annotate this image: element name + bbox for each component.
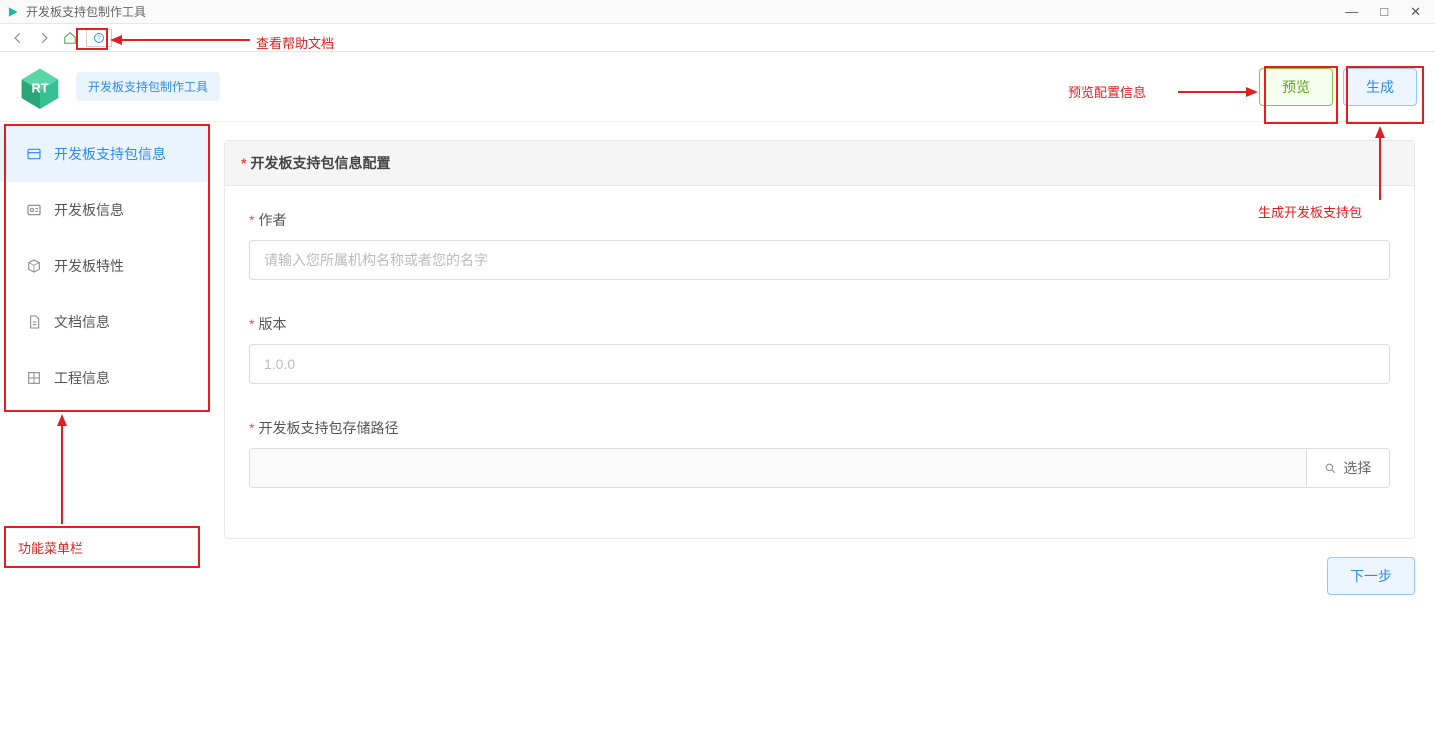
sidebar-item-doc-info[interactable]: 文档信息 — [0, 294, 210, 350]
sidebar-item-board-info[interactable]: 开发板信息 — [0, 182, 210, 238]
author-label: 作者 — [258, 212, 286, 228]
cube-icon — [26, 258, 42, 274]
sidebar: 开发板支持包信息 开发板信息 开发板特性 文档信息 工程信息 — [0, 122, 210, 754]
forward-button[interactable] — [34, 28, 54, 48]
sidebar-item-label: 工程信息 — [54, 368, 110, 388]
path-input[interactable] — [249, 448, 1307, 488]
help-button[interactable]: ? — [86, 29, 112, 47]
field-path: *开发板支持包存储路径 选择 — [249, 418, 1390, 488]
app-body: 开发板支持包信息 开发板信息 开发板特性 文档信息 工程信息 *开发板支持包信息… — [0, 122, 1435, 754]
config-panel: *开发板支持包信息配置 *作者 *版本 *开发板支持包存储路径 — [224, 140, 1415, 539]
version-input[interactable] — [249, 344, 1390, 384]
field-version: *版本 — [249, 314, 1390, 384]
path-label: 开发板支持包存储路径 — [258, 420, 398, 436]
author-input[interactable] — [249, 240, 1390, 280]
window-controls: — □ ✕ — [1345, 4, 1429, 20]
sidebar-item-project-info[interactable]: 工程信息 — [0, 350, 210, 406]
maximize-button[interactable]: □ — [1380, 4, 1388, 20]
title-bar: 开发板支持包制作工具 — □ ✕ — [0, 0, 1435, 24]
window-title: 开发板支持包制作工具 — [26, 3, 146, 20]
app-logo: RT — [18, 65, 62, 109]
search-icon — [1324, 462, 1337, 475]
generate-button[interactable]: 生成 — [1343, 68, 1417, 106]
sidebar-item-package-info[interactable]: 开发板支持包信息 — [0, 126, 210, 182]
back-button[interactable] — [8, 28, 28, 48]
sidebar-item-label: 开发板信息 — [54, 200, 124, 220]
sidebar-item-label: 开发板支持包信息 — [54, 144, 166, 164]
sidebar-item-label: 文档信息 — [54, 312, 110, 332]
id-icon — [26, 202, 42, 218]
panel-title: *开发板支持包信息配置 — [225, 141, 1414, 186]
preview-button[interactable]: 预览 — [1259, 68, 1333, 106]
header-buttons: 预览 生成 — [1259, 68, 1417, 106]
next-button[interactable]: 下一步 — [1327, 557, 1415, 595]
document-icon — [26, 314, 42, 330]
sidebar-item-board-feature[interactable]: 开发板特性 — [0, 238, 210, 294]
sidebar-item-label: 开发板特性 — [54, 256, 124, 276]
svg-text:?: ? — [97, 36, 101, 42]
minimize-button[interactable]: — — [1345, 4, 1358, 20]
toolbar: ? — [0, 24, 1435, 52]
card-icon — [26, 146, 42, 162]
version-label: 版本 — [258, 316, 286, 332]
app-icon — [6, 5, 20, 19]
app-header: RT 开发板支持包制作工具 预览 生成 — [0, 52, 1435, 122]
close-button[interactable]: ✕ — [1410, 4, 1421, 20]
app-title-badge: 开发板支持包制作工具 — [76, 72, 220, 101]
choose-path-button[interactable]: 选择 — [1307, 448, 1390, 488]
grid-icon — [26, 370, 42, 386]
field-author: *作者 — [249, 210, 1390, 280]
main: *开发板支持包信息配置 *作者 *版本 *开发板支持包存储路径 — [210, 122, 1435, 754]
svg-text:RT: RT — [31, 80, 48, 95]
home-button[interactable] — [60, 28, 80, 48]
